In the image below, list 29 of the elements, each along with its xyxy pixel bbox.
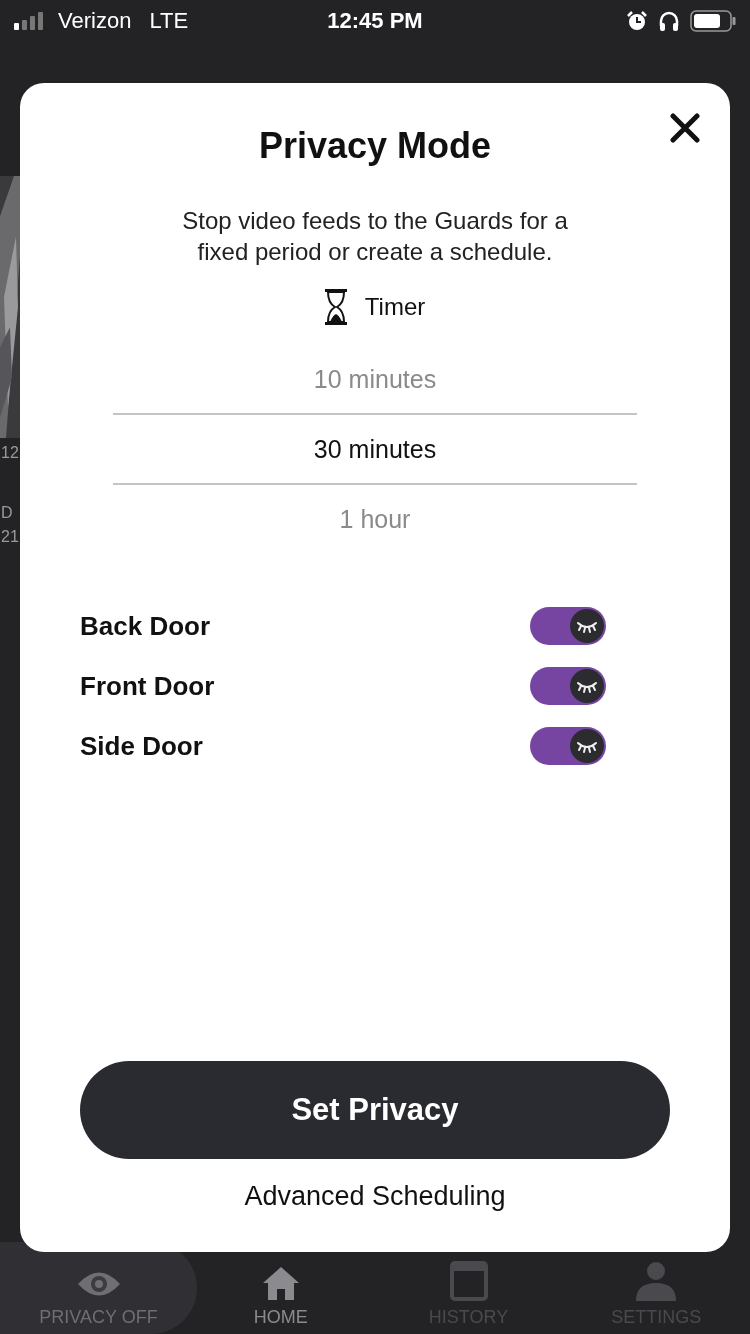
background-label: 12 bbox=[1, 444, 19, 462]
battery-icon bbox=[690, 10, 736, 32]
camera-name: Side Door bbox=[80, 730, 203, 762]
picker-option[interactable]: 30 minutes bbox=[113, 413, 637, 485]
clock: 12:45 PM bbox=[327, 8, 423, 34]
closed-eye-icon bbox=[570, 729, 604, 763]
carrier-name: Verizon bbox=[58, 8, 132, 34]
advanced-scheduling-link[interactable]: Advanced Scheduling bbox=[244, 1181, 506, 1212]
tab-bar-item[interactable]: PRIVACY OFF bbox=[0, 1242, 197, 1334]
set-privacy-button[interactable]: Set Privacy bbox=[80, 1061, 670, 1159]
mode-label: Timer bbox=[364, 293, 426, 321]
close-icon[interactable] bbox=[670, 113, 700, 143]
description: Stop video feeds to the Guards for a fixed period or create a schedule. bbox=[181, 206, 569, 267]
picker-option[interactable]: 10 minutes bbox=[113, 345, 637, 413]
privacy-toggle[interactable] bbox=[530, 607, 606, 645]
alarm-icon bbox=[626, 10, 648, 32]
background-label: D bbox=[1, 504, 13, 522]
network-type: LTE bbox=[149, 8, 189, 34]
closed-eye-icon bbox=[570, 609, 604, 643]
hourglass-icon bbox=[324, 289, 347, 325]
camera-name: Front Door bbox=[80, 670, 215, 702]
picker-option[interactable]: 1 hour bbox=[113, 485, 637, 553]
modal-title: Privacy Mode bbox=[258, 125, 492, 167]
privacy-toggle[interactable] bbox=[530, 667, 606, 705]
closed-eye-icon bbox=[570, 669, 604, 703]
privacy-toggle[interactable] bbox=[530, 727, 606, 765]
headphones-icon bbox=[658, 10, 680, 32]
camera-name: Back Door bbox=[80, 610, 211, 642]
background-label: 21 bbox=[1, 528, 19, 546]
